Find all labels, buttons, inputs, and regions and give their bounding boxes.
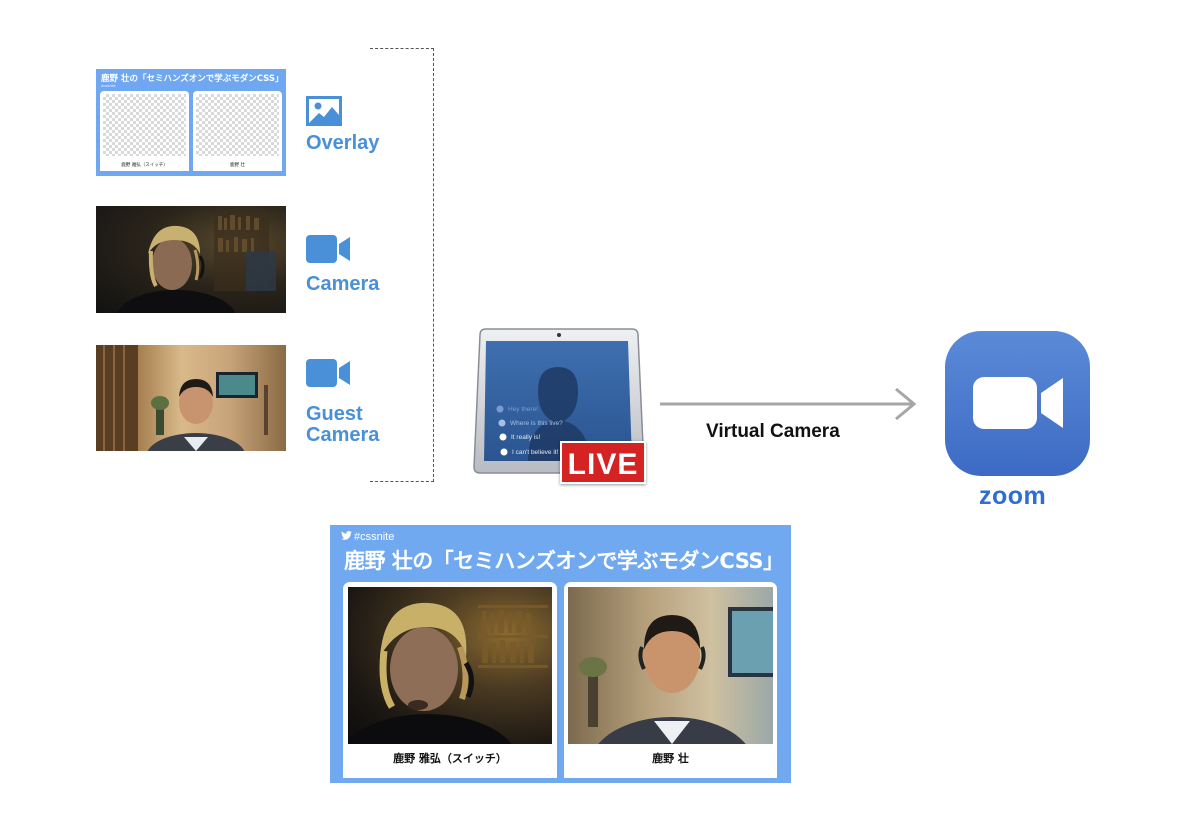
output-slot-right: 鹿野 壮 — [564, 582, 777, 778]
zoom-app-icon — [945, 331, 1090, 476]
camera-label: Camera — [306, 273, 380, 295]
chat-line-2: Where is this live? — [510, 420, 563, 427]
overlay-thumbnail-hashtag: #cssnite — [101, 83, 116, 88]
chat-line-3: It really is! — [511, 434, 540, 441]
overlay-thumbnail-slot-right: 鹿野 壮 — [193, 91, 282, 171]
output-hashtag: #cssnite — [354, 531, 395, 543]
overlay-thumbnail-slot-left: 鹿野 雅弘（スイッチ） — [100, 91, 189, 171]
guest-camera-label-line1: Guest — [306, 403, 363, 425]
chat-line-4: I can't believe it! — [512, 449, 559, 456]
output-title: 鹿野 壮の「セミハンズオンで学ぶモダンCSS」 — [344, 549, 784, 573]
sources-bracket — [370, 48, 434, 482]
overlay-thumbnail-title: 鹿野 壮の「セミハンズオンで学ぶモダンCSS」 — [101, 74, 283, 84]
twitter-icon — [341, 531, 352, 540]
guest-camera-label-line2: Camera — [306, 424, 380, 446]
video-camera-icon — [306, 359, 350, 387]
live-badge: LIVE — [560, 441, 646, 484]
image-icon — [306, 96, 342, 126]
overlay-thumbnail-name-right: 鹿野 壮 — [230, 163, 245, 168]
output-slot-left: 鹿野 雅弘（スイッチ） — [343, 582, 557, 778]
guest-video — [568, 587, 773, 778]
overlay-label: Overlay — [306, 132, 380, 154]
output-name-right: 鹿野 壮 — [652, 752, 689, 765]
overlay-thumbnail: 鹿野 壮の「セミハンズオンで学ぶモダンCSS」 #cssnite 鹿野 雅弘（ス… — [96, 69, 286, 176]
video-camera-icon — [306, 235, 350, 263]
host-video — [343, 587, 552, 778]
virtual-camera-label: Virtual Camera — [706, 421, 840, 442]
output-name-left: 鹿野 雅弘（スイッチ） — [393, 752, 507, 765]
chat-line-1: Hey there! — [508, 406, 538, 413]
zoom-wordmark: zoom — [979, 482, 1047, 510]
guest-camera-thumbnail — [96, 345, 286, 451]
camera-thumbnail — [96, 206, 286, 313]
output-overlay: #cssnite 鹿野 壮の「セミハンズオンで学ぶモダンCSS」 鹿野 雅弘（ス… — [330, 525, 791, 783]
arrow-right-icon — [660, 387, 917, 421]
overlay-thumbnail-name-left: 鹿野 雅弘（スイッチ） — [121, 163, 168, 168]
